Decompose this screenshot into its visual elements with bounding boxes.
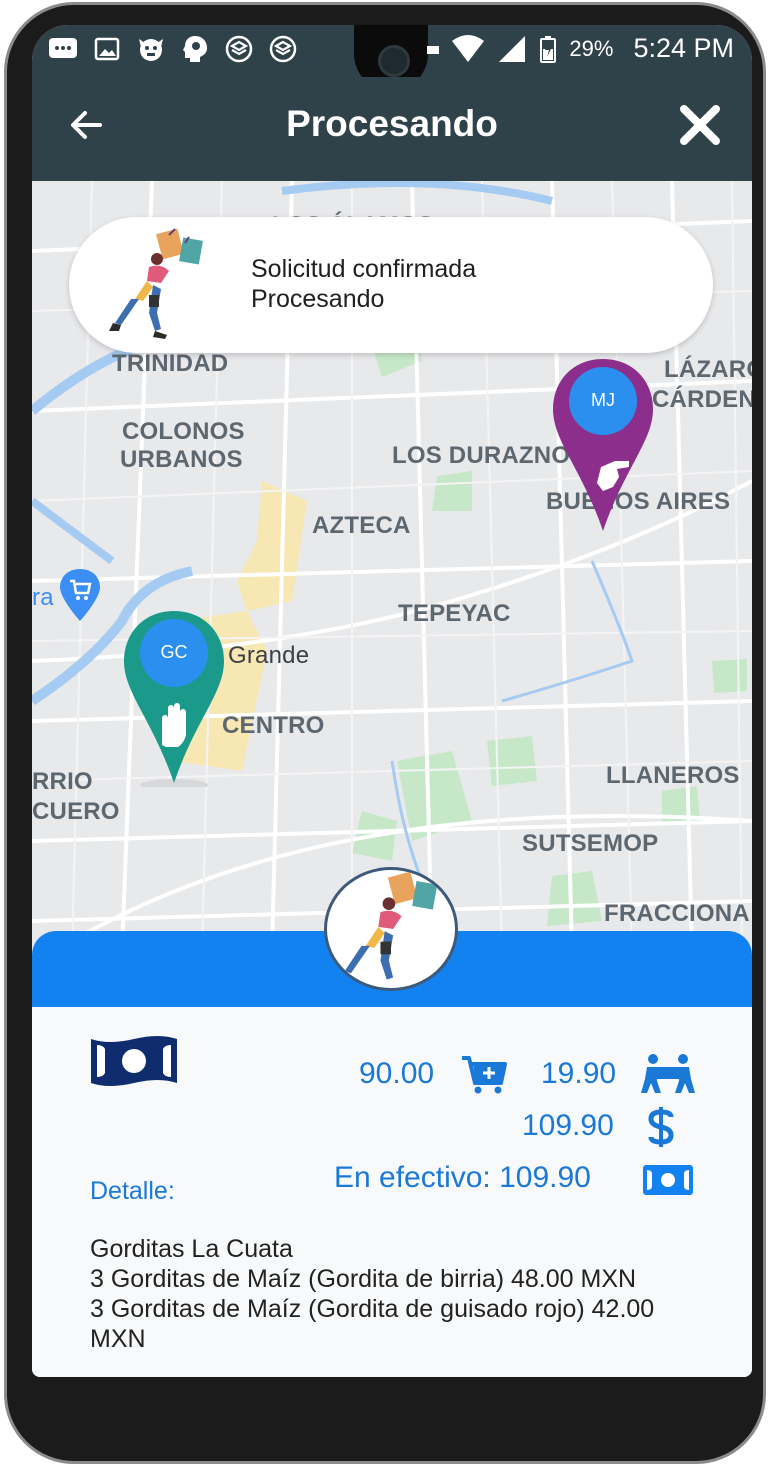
map-label-trinidad: TRINIDAD xyxy=(112,350,229,377)
map-label-urbanos: URBANOS xyxy=(120,446,243,473)
dog-icon xyxy=(136,35,166,63)
map-label-azteca: AZTECA xyxy=(312,512,411,539)
client-initials: GC xyxy=(160,642,188,662)
message-icon xyxy=(48,35,78,63)
shopping-person-avatar-icon xyxy=(344,871,438,980)
map-label-cuero: CUERO xyxy=(32,798,120,825)
cash-payment-text: En efectivo: 109.90 xyxy=(334,1161,591,1194)
shopping-person-illustration xyxy=(109,228,203,339)
order-detail-panel: 90.00 19.90 109.90 En efectivo: 109.90 D… xyxy=(32,1007,752,1377)
map-label-fracciona: FRACCIONA xyxy=(604,900,750,927)
cash-icon xyxy=(91,1036,177,1086)
notification-icons xyxy=(48,35,298,63)
delivery-person-pin[interactable]: MJ xyxy=(551,357,655,533)
map-label-grande: Grande xyxy=(228,642,310,669)
map-label-cardenas: CÁRDENAS xyxy=(652,386,752,413)
cash-small-icon xyxy=(643,1165,693,1195)
battery-percent: 29% xyxy=(569,35,614,61)
status-notice-card: Solicitud confirmada Procesando xyxy=(69,217,713,353)
order-item-2: 3 Gorditas de Maíz (Gordita de guisado r… xyxy=(90,1295,655,1323)
map-label-ra: ra xyxy=(32,584,54,611)
order-item-1: 3 Gorditas de Maíz (Gordita de birria) 4… xyxy=(90,1265,637,1293)
delivery-initials: MJ xyxy=(591,390,615,410)
store-name: Gorditas La Cuata xyxy=(90,1235,293,1263)
order-item-2-unit: MXN xyxy=(90,1325,146,1353)
map-label-centro: CENTRO xyxy=(222,712,325,739)
vpn-key-icon xyxy=(427,45,440,54)
products-amount: 90.00 xyxy=(359,1057,435,1090)
delivery-amount: 19.90 xyxy=(541,1057,617,1090)
layers-icon xyxy=(224,35,254,63)
notice-status: Procesando xyxy=(251,285,385,313)
map-label-lazaro: LÁZARO xyxy=(664,356,752,383)
map-label-rrio: RRIO xyxy=(32,768,93,795)
layers-icon-2 xyxy=(268,35,298,63)
phone-frame: 29% 5:24 PM Procesando TRINIDAD COLONOS … xyxy=(4,2,766,1464)
close-icon[interactable] xyxy=(678,103,722,147)
map-label-colonos: COLONOS xyxy=(122,418,245,445)
clock: 5:24 PM xyxy=(633,33,734,63)
image-icon xyxy=(92,35,122,63)
signal-icon xyxy=(499,35,526,62)
status-bar: 29% 5:24 PM xyxy=(32,25,752,91)
notice-title: Solicitud confirmada xyxy=(251,255,477,283)
client-pin[interactable]: GC xyxy=(122,609,226,791)
map-label-sutsemop: SUTSEMOP xyxy=(522,830,659,857)
battery-icon xyxy=(540,35,557,63)
screen: 29% 5:24 PM Procesando TRINIDAD COLONOS … xyxy=(32,25,752,1377)
head-icon xyxy=(180,35,210,63)
map-label-llaneros: LLANEROS xyxy=(606,762,740,789)
system-icons: 29% 5:24 PM xyxy=(427,33,734,64)
wifi-icon xyxy=(452,34,485,62)
app-bar: Procesando xyxy=(32,77,752,181)
dollar-icon xyxy=(648,1107,674,1147)
delivery-people-icon xyxy=(641,1054,695,1093)
page-title: Procesando xyxy=(286,103,498,144)
order-avatar xyxy=(324,867,458,991)
cart-plus-icon xyxy=(462,1056,507,1094)
map-label-tepeyac: TEPEYAC xyxy=(398,600,511,627)
total-amount: 109.90 xyxy=(522,1109,614,1142)
detail-title: Detalle: xyxy=(90,1177,175,1205)
